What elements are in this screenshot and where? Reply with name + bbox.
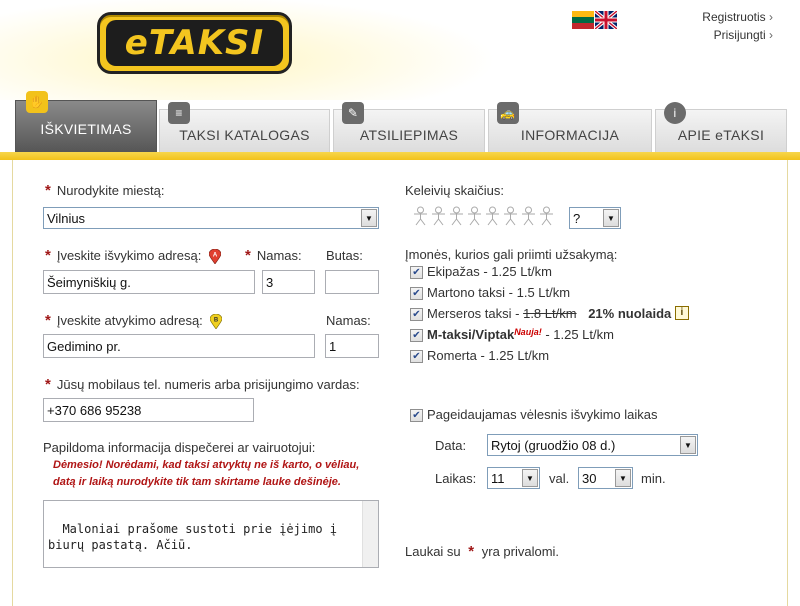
person-icon[interactable] [520,206,537,226]
person-icon[interactable] [484,206,501,226]
tab-iskvietimas[interactable]: ✋ IŠKVIETIMAS [15,91,157,153]
dest-house-input[interactable]: 1 [325,334,379,358]
tab-informacija[interactable]: 🚕 INFORMACIJA [488,102,652,153]
passenger-icons[interactable] [412,206,555,226]
tab-atsiliepimas[interactable]: ✎ ATSILIEPIMAS [333,102,485,153]
chevron-down-icon: ▼ [522,469,538,487]
company-checkbox[interactable]: ✔ [410,266,423,279]
date-label: Data: [435,438,467,453]
chevron-down-icon: ▼ [680,436,696,454]
tab-apie-etaksi[interactable]: i APIE eTAKSI [655,102,787,153]
person-icon[interactable] [430,206,447,226]
svg-text:A: A [213,253,218,259]
required-star-icon: * [45,182,51,199]
tab-underline [0,152,800,160]
register-link[interactable]: Registruotis [702,8,773,26]
later-departure-checkbox[interactable]: ✔ [410,409,423,422]
company-checkbox[interactable]: ✔ [410,350,423,363]
later-departure-label: Pageidaujamas vėlesnis išvykimo laikas [427,407,658,422]
chevron-down-icon: ▼ [603,209,619,227]
tab-taksi-katalogas[interactable]: ≡ TAKSI KATALOGAS [159,102,330,153]
extra-info-label: Papildoma informacija dispečerei ar vair… [43,440,316,455]
company-checkbox[interactable]: ✔ [410,287,423,300]
hand-icon: ✋ [26,91,48,113]
person-icon[interactable] [448,206,465,226]
company-item: Romerta - 1.25 Lt/km [427,348,550,363]
etaksi-logo[interactable]: eTAKSI [97,12,292,74]
company-checkbox[interactable]: ✔ [410,329,423,342]
company-item: Ekipažas - 1.25 Lt/km [427,264,552,279]
info-icon[interactable]: i [674,306,689,320]
required-star-icon: * [45,247,51,264]
feedback-icon: ✎ [342,102,364,124]
person-icon[interactable] [502,206,519,226]
pin-a-icon: A [208,249,221,265]
login-link[interactable]: Prisijungti [702,26,773,44]
phone-input[interactable]: +370 686 95238 [43,398,254,422]
hour-unit: val. [549,471,570,486]
info-icon: i [664,102,686,124]
passengers-select[interactable]: ? ▼ [569,207,621,229]
pickup-house-input[interactable]: 3 [262,270,315,294]
chevron-down-icon: ▼ [615,469,631,487]
required-star-icon: * [45,312,51,329]
city-label: * Nurodykite miestą: [45,182,165,199]
required-star-icon: * [245,247,251,264]
person-icon[interactable] [538,206,555,226]
required-star-icon: * [45,376,51,393]
car-icon: 🚕 [497,102,519,124]
chevron-down-icon: ▼ [361,209,377,227]
svg-text:B: B [214,318,219,324]
destination-street-input[interactable]: Gedimino pr. [43,334,315,358]
logo-text: eTAKSI [124,23,265,63]
main-nav: ✋ IŠKVIETIMAS ≡ TAKSI KATALOGAS ✎ ATSILI… [0,91,800,160]
companies-label: Įmonės, kurios gali priimti užsakymą: [405,247,618,262]
hour-select[interactable]: 11 ▼ [487,467,540,489]
minute-select[interactable]: 30 ▼ [578,467,633,489]
lithuanian-flag-icon[interactable] [572,11,594,29]
person-icon[interactable] [466,206,483,226]
company-checkbox[interactable]: ✔ [410,308,423,321]
phone-label: * Jūsų mobilaus tel. numeris arba prisiju… [45,376,360,393]
destination-label: * Įveskite atvykimo adresą: B [45,312,223,330]
later-time-warning: Dėmesio! Norėdami, kad taksi atvyktų ne … [53,459,360,488]
pickup-house-label: * Namas: [245,247,302,264]
city-select[interactable]: Vilnius ▼ [43,207,379,229]
english-flag-icon[interactable] [595,11,617,29]
pickup-label: * Įveskite išvykimo adresą: A [45,247,221,265]
date-select[interactable]: Rytoj (gruodžio 08 d.) ▼ [487,434,698,456]
company-item: Martono taksi - 1.5 Lt/km [427,285,571,300]
old-price: 1.8 Lt/km [523,306,577,321]
pickup-street-input[interactable]: Šeimyniškių g. [43,270,255,294]
catalog-icon: ≡ [168,102,190,124]
required-star-icon: * [468,543,475,560]
time-label: Laikas: [435,471,477,486]
header: eTAKSI Registruotis Prisijungti [0,0,800,100]
extra-info-textarea[interactable]: Maloniai prašome sustoti prie įėjimo į b… [43,500,379,568]
pickup-apt-input[interactable] [325,270,379,294]
pickup-apt-label: Butas: [326,248,363,263]
passengers-label: Keleivių skaičius: [405,183,504,198]
discount-label: 21% nuolaida [588,306,672,321]
company-item: M-taksi/ViptakNauja! - 1.25 Lt/km [427,327,614,342]
company-item: Merseros taksi - 1.8 Lt/km 21% nuolaida … [427,306,689,321]
person-icon[interactable] [412,206,429,226]
account-links: Registruotis Prisijungti [702,8,773,44]
textarea-scrollbar[interactable] [362,501,378,567]
dest-house-label: Namas: [326,313,371,328]
pin-b-icon: B [210,314,223,330]
required-fields-note: Laukai su * yra privalomi. [405,543,560,560]
minute-unit: min. [641,471,666,486]
new-badge: Nauja! [514,327,542,337]
